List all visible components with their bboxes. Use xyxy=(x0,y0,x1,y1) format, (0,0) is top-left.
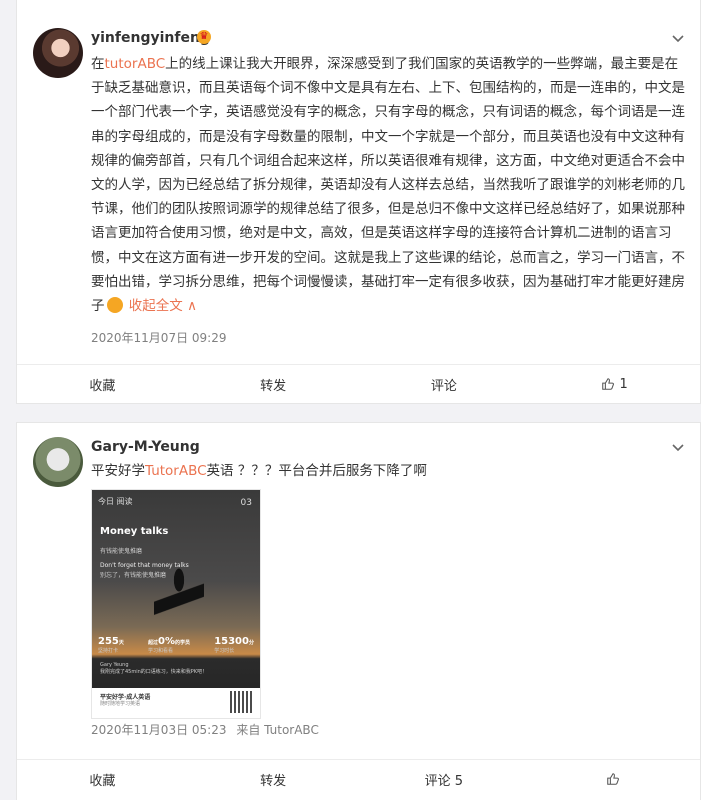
username[interactable]: yinfengyinfeng xyxy=(91,30,210,46)
image-footer: 平安好学·成人英语 随时随地学习英语 xyxy=(92,688,260,718)
like-button[interactable] xyxy=(529,760,700,798)
post-actions: 收藏 转发 评论 1 xyxy=(17,364,700,403)
post-actions: 收藏 转发 评论 5 xyxy=(17,759,700,798)
repost-button[interactable]: 转发 xyxy=(188,760,359,798)
username[interactable]: Gary-M-Yeung xyxy=(91,439,200,455)
repost-button[interactable]: 转发 xyxy=(188,365,359,403)
image-subtitle: 有钱能使鬼推磨 xyxy=(100,548,143,555)
like-count: 1 xyxy=(619,376,628,392)
image-stats: 255天 坚持打卡 超过0%的学员 学习和看看 15300分 学习时长 xyxy=(98,636,254,654)
image-page-number: 03 xyxy=(240,498,252,508)
tutorabc-link[interactable]: TutorABC xyxy=(145,463,207,479)
comment-button[interactable]: 评论 5 xyxy=(359,760,530,798)
pouting-face-emoji xyxy=(106,297,123,314)
image-user-line: Gary Yeung 我刚完成了45min的口语练习，快来和我PK吧！ xyxy=(100,662,208,675)
tutorabc-link[interactable]: tutorABC xyxy=(105,56,166,72)
crown-badge-icon: ♛ xyxy=(197,30,211,44)
image-header: 今日 阅读 xyxy=(98,497,133,506)
qr-code xyxy=(230,691,252,713)
post-text: 在tutorABC上的线上课让我大开眼界，深深感受到了我们国家的英语教学的一些弊… xyxy=(91,56,685,315)
collapse-full-text-link[interactable]: 收起全文 ∧ xyxy=(129,298,197,314)
chevron-down-icon[interactable] xyxy=(670,30,686,46)
post-date[interactable]: 2020年11月07日 09:29 xyxy=(91,329,226,346)
thumbs-up-icon xyxy=(602,378,615,390)
stat-score: 15300分 学习时长 xyxy=(214,636,254,654)
post-date[interactable]: 2020年11月03日 05:23 xyxy=(91,723,226,737)
post-body: 上的线上课让我大开眼界，深深感受到了我们国家的英语教学的一些弊端，最主要是在于缺… xyxy=(91,56,685,315)
favorite-button[interactable]: 收藏 xyxy=(17,760,188,798)
weibo-post-card: yinfengyinfeng ♛ 在tutorABC上的线上课让我大开眼界，深深… xyxy=(16,0,701,404)
favorite-button[interactable]: 收藏 xyxy=(17,365,188,403)
thumbs-up-icon xyxy=(606,773,619,785)
avatar[interactable] xyxy=(33,437,83,487)
post-meta: 2020年11月03日 05:23 来自 TutorABC xyxy=(91,721,319,738)
image-title: Money talks xyxy=(100,526,169,537)
chevron-down-icon[interactable] xyxy=(670,439,686,455)
like-button[interactable]: 1 xyxy=(529,365,700,403)
stat-percent: 超过0%的学员 学习和看看 xyxy=(148,636,191,654)
runner-silhouette xyxy=(154,566,204,636)
stat-days: 255天 坚持打卡 xyxy=(98,636,124,654)
post-image[interactable]: 今日 阅读 03 Money talks 有钱能使鬼推磨 Don't forge… xyxy=(91,489,261,719)
post-text: 平安好学TutorABC英语 ？？？平台合并后服务下降了啊 xyxy=(91,463,427,479)
post-source: 来自 TutorABC xyxy=(236,723,319,737)
comment-button[interactable]: 评论 xyxy=(359,365,530,403)
avatar[interactable] xyxy=(33,28,83,78)
weibo-post-card: Gary-M-Yeung 平安好学TutorABC英语 ？？？平台合并后服务下降… xyxy=(16,422,701,800)
